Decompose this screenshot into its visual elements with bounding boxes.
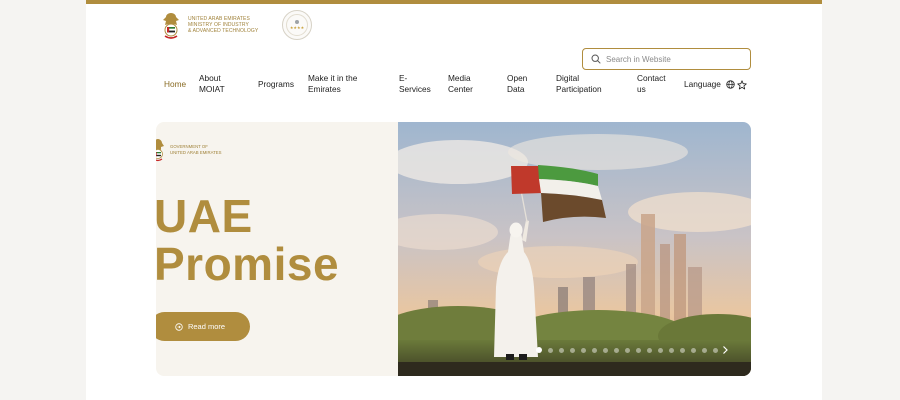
slide-dot-8[interactable]	[614, 347, 619, 353]
stars-icon: ★★★★	[289, 25, 305, 30]
slide-dot-2[interactable]	[548, 347, 553, 353]
nav-item-e-services[interactable]: E- Services	[399, 73, 431, 95]
slide-dot-6[interactable]	[592, 347, 597, 353]
hero-banner: Government of United Arab Emirates UAE P…	[156, 122, 751, 376]
slide-dot-17[interactable]	[713, 347, 718, 353]
rating-seal-logo: ★★★★	[282, 10, 312, 40]
slide-dot-16[interactable]	[702, 347, 707, 353]
nav-item-about[interactable]: About MOIAT	[199, 73, 225, 95]
nav-item-make-it-in-the-emirates[interactable]: Make it in the Emirates	[308, 73, 357, 95]
hero-title-line-1: UAE	[156, 190, 253, 242]
hero-photo	[398, 122, 751, 376]
page: United Arab Emirates Ministry of Industr…	[86, 0, 822, 400]
hero-title-line-2: Promise	[156, 238, 340, 290]
read-more-label: Read more	[187, 322, 226, 331]
slide-dot-1[interactable]	[536, 347, 542, 353]
nav-item-home[interactable]: Home	[164, 79, 186, 90]
ministry-name: United Arab Emirates Ministry of Industr…	[188, 16, 258, 34]
slide-dot-5[interactable]	[581, 347, 586, 353]
nav-item-contact-us[interactable]: Contact us	[637, 73, 666, 95]
search-icon	[591, 54, 601, 64]
read-more-button[interactable]: Read more	[156, 312, 250, 341]
government-emblem-logo	[156, 139, 164, 162]
hero-image-slide	[398, 122, 751, 376]
hero-text-panel: Government of United Arab Emirates UAE P…	[156, 122, 398, 376]
nav-item-programs[interactable]: Programs	[258, 79, 294, 90]
main-nav: Home About MOIAT Programs Make it in the…	[86, 73, 822, 97]
slide-dot-11[interactable]	[647, 347, 652, 353]
nav-item-digital-participation[interactable]: Digital Participation	[556, 73, 602, 95]
uae-emblem-logo[interactable]	[160, 11, 182, 40]
slide-dot-10[interactable]	[636, 347, 641, 353]
slide-dot-7[interactable]	[603, 347, 608, 353]
language-label: Language	[684, 79, 721, 89]
slider-dots	[536, 347, 724, 353]
search-box[interactable]	[582, 48, 751, 70]
language-selector[interactable]: Language	[684, 79, 735, 89]
globe-icon	[726, 79, 735, 89]
slide-dot-14[interactable]	[680, 347, 685, 353]
search-input[interactable]	[606, 54, 746, 64]
chevron-right-icon[interactable]	[720, 345, 730, 355]
slide-dot-3[interactable]	[559, 347, 564, 353]
government-label: Government of United Arab Emirates	[170, 144, 222, 155]
hero-title: UAE Promise	[156, 192, 339, 288]
slide-dot-13[interactable]	[669, 347, 674, 353]
favorite-star-icon[interactable]	[737, 80, 747, 90]
slide-dot-9[interactable]	[625, 347, 630, 353]
nav-item-open-data[interactable]: Open Data	[507, 73, 527, 95]
nav-item-media-center[interactable]: Media Center	[448, 73, 473, 95]
arrow-circle-icon	[175, 322, 183, 331]
top-accent-bar	[86, 0, 822, 4]
slide-dot-12[interactable]	[658, 347, 663, 353]
slide-dot-4[interactable]	[570, 347, 575, 353]
slide-dot-15[interactable]	[691, 347, 696, 353]
ministry-line-3: & Advanced Technology	[188, 28, 259, 34]
